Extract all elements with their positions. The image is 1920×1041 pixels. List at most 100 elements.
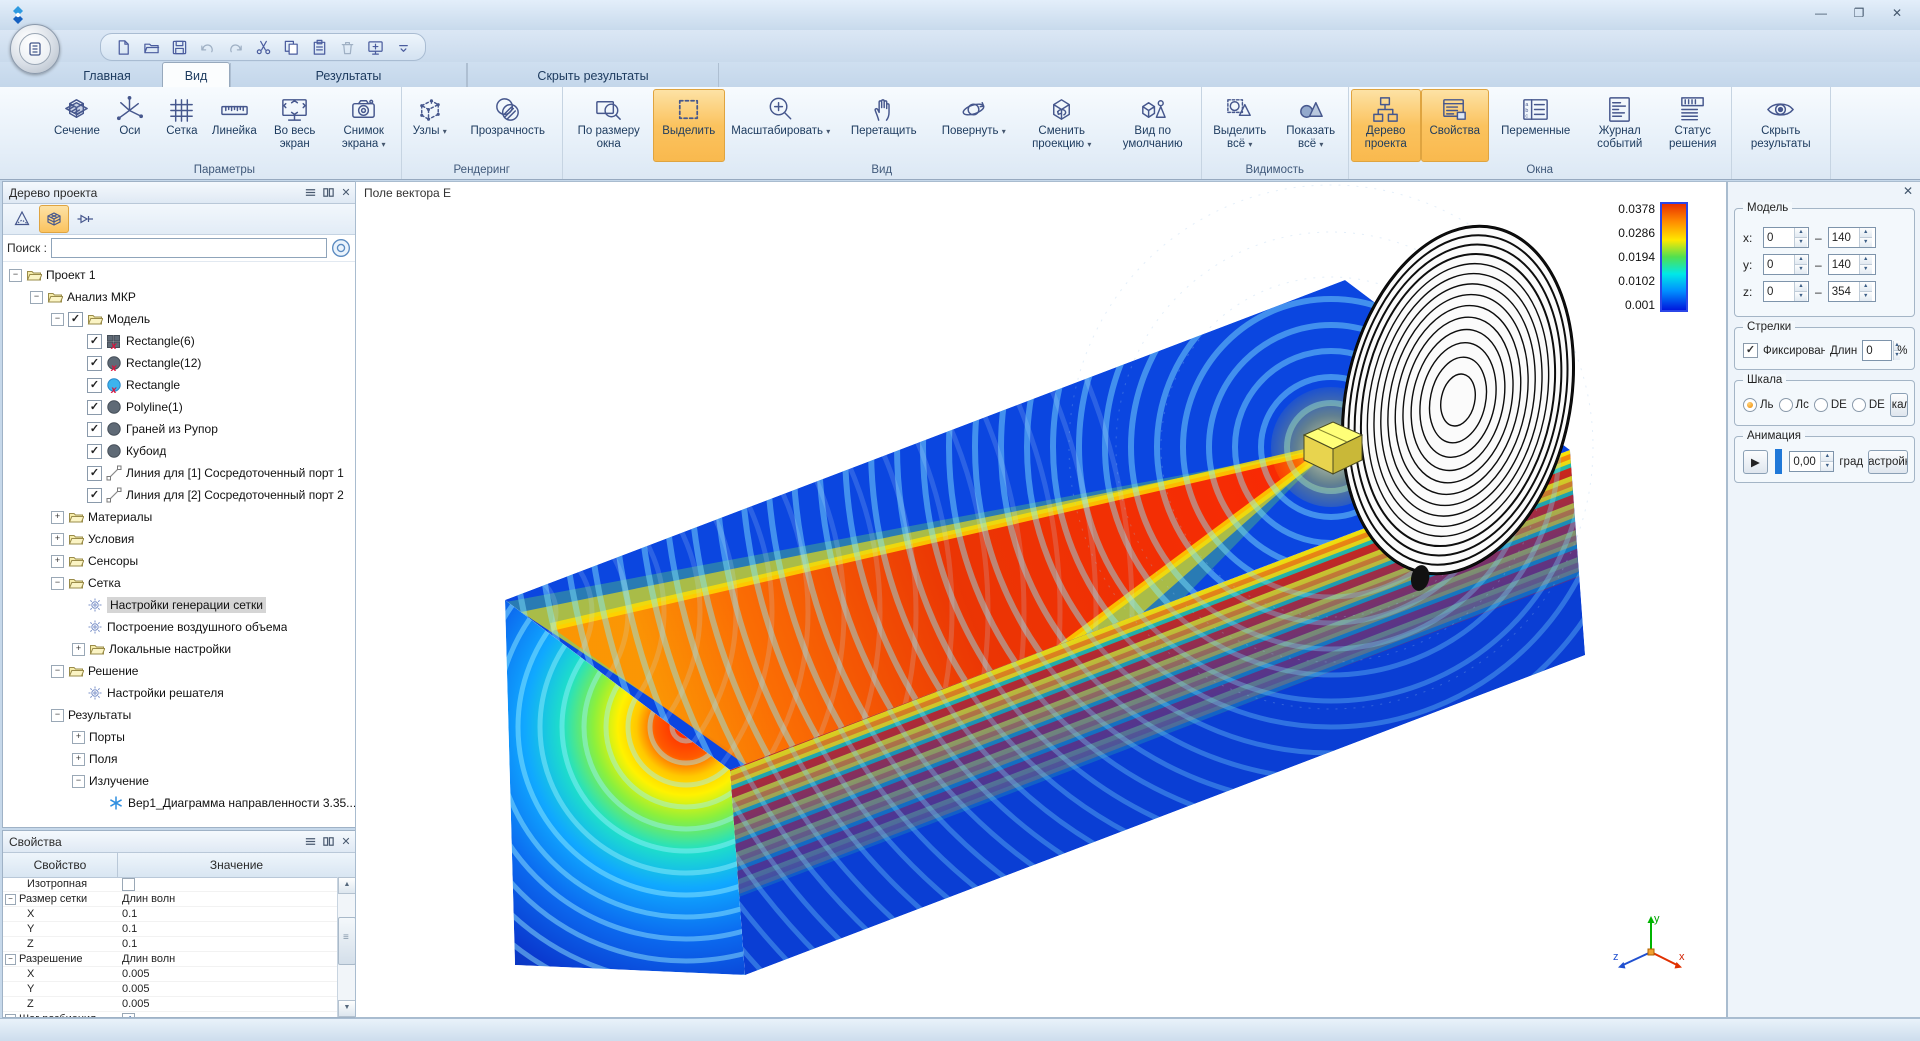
ribbon-button[interactable]: abcПеременные	[1489, 89, 1583, 162]
tree-item-checkbox[interactable]: ✓	[87, 422, 102, 437]
property-row[interactable]: Y0.005	[3, 982, 338, 997]
tree-item-checkbox[interactable]: ✓	[87, 400, 102, 415]
ribbon-button[interactable]: Вид по умолчанию	[1107, 89, 1199, 162]
tree-item[interactable]: +Условия	[3, 528, 355, 550]
animation-slider-handle[interactable]	[1775, 449, 1783, 474]
tree-item[interactable]: +Материалы	[3, 506, 355, 528]
close-button[interactable]: ✕	[1880, 2, 1914, 24]
ribbon-button[interactable]: Во весь экран	[261, 89, 329, 162]
expander-minus-icon[interactable]: −	[51, 577, 64, 590]
tree-item[interactable]: +Локальные настройки	[3, 638, 355, 660]
geometry-view-icon[interactable]	[7, 205, 37, 233]
tree-item-checkbox[interactable]: ✓	[68, 312, 83, 327]
radio-icon[interactable]	[1814, 398, 1828, 412]
expander-minus-icon[interactable]: −	[51, 665, 64, 678]
tree-item[interactable]: ✓xRectangle(6)	[3, 330, 355, 352]
tree-item[interactable]: ✓Линия для [1] Сосредоточенный порт 1	[3, 462, 355, 484]
tree-item[interactable]: −Проект 1	[3, 264, 355, 286]
ribbon-button[interactable]: Оси	[104, 89, 156, 162]
tree-item-checkbox[interactable]: ✓	[87, 488, 102, 503]
save-icon[interactable]	[167, 36, 191, 58]
tree-item[interactable]: +Сенсоры	[3, 550, 355, 572]
property-row[interactable]: X0.005	[3, 967, 338, 982]
app-menu-button[interactable]	[10, 24, 60, 74]
tree-item[interactable]: −Решение	[3, 660, 355, 682]
panel-menu-icon[interactable]	[301, 834, 319, 850]
ribbon-button[interactable]: Выделить	[653, 89, 725, 162]
ribbon-button[interactable]: Статус решения	[1657, 89, 1729, 162]
viewport-3d[interactable]: Поле вектора Е	[355, 181, 1727, 1018]
ribbon-button[interactable]: Скрыть результаты	[1734, 89, 1828, 162]
ribbon-button[interactable]: Линейка	[208, 89, 261, 162]
expander-plus-icon[interactable]: +	[72, 643, 85, 656]
ribbon-button[interactable]: Повернуть ▾	[931, 89, 1017, 162]
tree-item[interactable]: −Результаты	[3, 704, 355, 726]
animation-settings-button[interactable]: Настройки	[1868, 450, 1908, 474]
tree-item-checkbox[interactable]: ✓	[87, 378, 102, 393]
panel-close-icon[interactable]: ✕	[337, 834, 355, 850]
cut-icon[interactable]	[251, 36, 275, 58]
tab-Результаты[interactable]: Результаты	[230, 63, 467, 88]
tree-item[interactable]: Построение воздушного объема	[3, 616, 355, 638]
scale-option[interactable]: DE	[1852, 398, 1885, 412]
range-from-spinner[interactable]: 0▲▼	[1763, 281, 1809, 302]
fit-screen-icon[interactable]	[363, 36, 387, 58]
panel-dock-icon[interactable]	[319, 185, 337, 201]
undo-icon[interactable]	[195, 36, 219, 58]
expander-plus-icon[interactable]: +	[72, 753, 85, 766]
animation-angle-spinner[interactable]: 0,00 ▲▼	[1789, 451, 1834, 472]
expander-minus-icon[interactable]: −	[5, 1014, 16, 1018]
tree-item[interactable]: Вер1_Диаграмма направленности 3.35...	[3, 792, 355, 814]
panel-menu-icon[interactable]	[301, 185, 319, 201]
mesh-view-icon[interactable]	[39, 205, 69, 233]
ribbon-button[interactable]: Показать всё ▾	[1276, 89, 1346, 162]
radio-icon[interactable]	[1743, 398, 1757, 412]
radio-icon[interactable]	[1852, 398, 1866, 412]
ribbon-button[interactable]: Свойства	[1421, 89, 1489, 162]
tree-item-checkbox[interactable]: ✓	[87, 334, 102, 349]
scroll-thumb[interactable]	[338, 917, 356, 965]
property-row[interactable]: −Шаг разбиения✓	[3, 1012, 338, 1017]
tree-item[interactable]: −Сетка	[3, 572, 355, 594]
tree-item[interactable]: ✓xRectangle	[3, 374, 355, 396]
expander-minus-icon[interactable]: −	[72, 775, 85, 788]
ribbon-button[interactable]: Выделить всё ▾	[1204, 89, 1276, 162]
tree-item[interactable]: ✓xRectangle(12)	[3, 352, 355, 374]
range-to-spinner[interactable]: 354▲▼	[1828, 281, 1876, 302]
property-row[interactable]: Y0.1	[3, 922, 338, 937]
panel-dock-icon[interactable]	[319, 834, 337, 850]
scroll-up-icon[interactable]: ▲	[338, 877, 356, 894]
property-checkbox[interactable]	[122, 878, 135, 891]
expander-minus-icon[interactable]: −	[9, 269, 22, 282]
expander-plus-icon[interactable]: +	[51, 555, 64, 568]
expander-plus-icon[interactable]: +	[72, 731, 85, 744]
paste-icon[interactable]	[307, 36, 331, 58]
property-row[interactable]: −РазрешениеДлин волн	[3, 952, 338, 967]
ribbon-button[interactable]: Перетащить	[837, 89, 931, 162]
ribbon-button[interactable]: По размеру окна	[565, 89, 653, 162]
tree-item-checkbox[interactable]: ✓	[87, 444, 102, 459]
properties-scrollbar[interactable]: ▲ ▼	[337, 877, 355, 1017]
open-folder-icon[interactable]	[139, 36, 163, 58]
ribbon-button[interactable]: Узлы ▾	[404, 89, 456, 162]
tree-item[interactable]: +Поля	[3, 748, 355, 770]
panel-close-icon[interactable]: ✕	[1899, 184, 1917, 200]
tab-Скрыть результаты[interactable]: Скрыть результаты	[467, 63, 719, 88]
delete-icon[interactable]	[335, 36, 359, 58]
expander-minus-icon[interactable]: −	[51, 709, 64, 722]
tree-item[interactable]: Настройки генерации сетки	[3, 594, 355, 616]
property-row[interactable]: X0.1	[3, 907, 338, 922]
ribbon-button[interactable]: Дерево проекта	[1351, 89, 1421, 162]
scroll-down-icon[interactable]: ▼	[338, 1000, 356, 1017]
range-from-spinner[interactable]: 0▲▼	[1763, 227, 1809, 248]
tab-Главная[interactable]: Главная	[52, 63, 162, 88]
tree-item[interactable]: −Излучение	[3, 770, 355, 792]
tree-item[interactable]: ✓Кубоид	[3, 440, 355, 462]
expander-plus-icon[interactable]: +	[51, 533, 64, 546]
search-input[interactable]	[51, 238, 327, 258]
tree-item[interactable]: Настройки решателя	[3, 682, 355, 704]
redo-icon[interactable]	[223, 36, 247, 58]
search-options-icon[interactable]	[331, 238, 351, 258]
ribbon-button[interactable]: Журнал событий	[1583, 89, 1657, 162]
copy-icon[interactable]	[279, 36, 303, 58]
